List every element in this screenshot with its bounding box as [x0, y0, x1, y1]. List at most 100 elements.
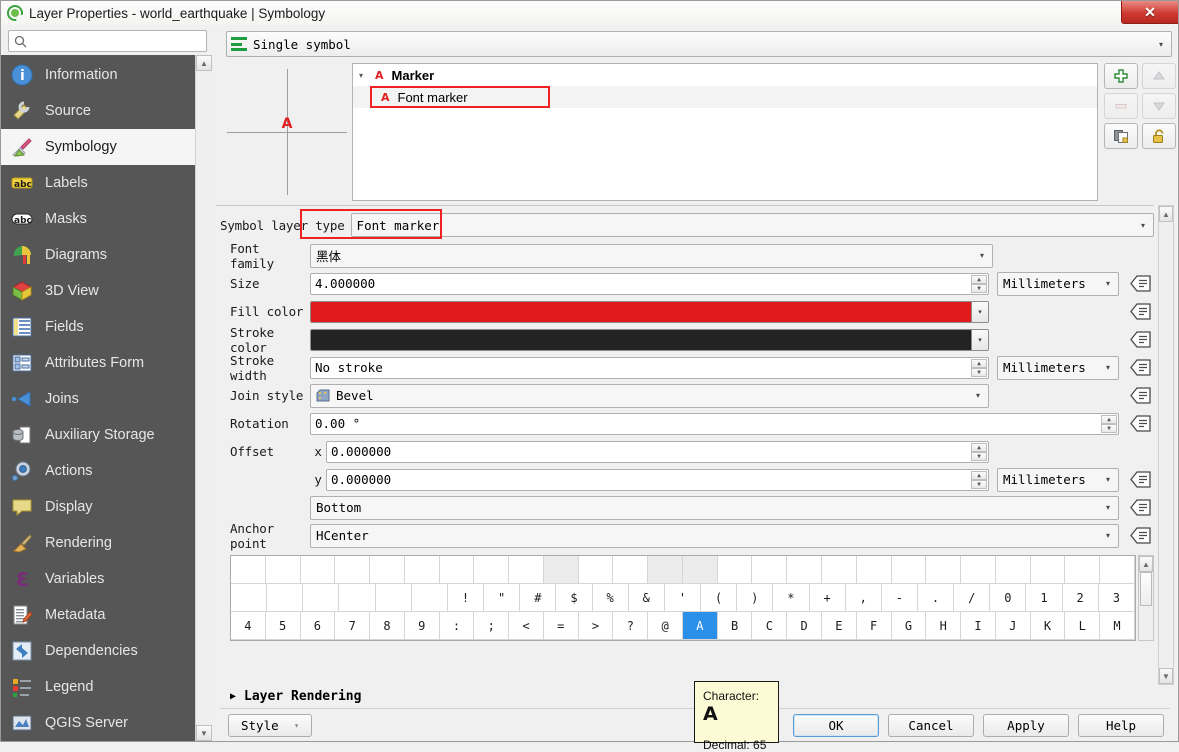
- chevron-down-icon[interactable]: ▾: [971, 329, 988, 350]
- sidebar-item-metadata[interactable]: Metadata: [1, 597, 195, 633]
- character-cell[interactable]: [717, 556, 753, 584]
- character-cell[interactable]: B: [717, 612, 753, 640]
- offset-x-stepper[interactable]: ▲ ▼: [971, 442, 987, 461]
- character-cell[interactable]: .: [917, 584, 955, 612]
- character-cell[interactable]: [231, 584, 268, 612]
- character-cell[interactable]: [404, 556, 440, 584]
- character-cell[interactable]: [335, 556, 371, 584]
- properties-scroll-up-icon[interactable]: ▲: [1159, 206, 1173, 222]
- offset-y-stepper[interactable]: ▲ ▼: [971, 470, 987, 489]
- character-cell[interactable]: &: [628, 584, 665, 612]
- character-cell[interactable]: (: [701, 584, 738, 612]
- remove-symbol-layer-button[interactable]: [1104, 93, 1138, 119]
- sidebar-item-attributes-form[interactable]: Attributes Form: [1, 345, 195, 381]
- stroke-width-stepper[interactable]: ▲ ▼: [971, 358, 987, 377]
- properties-scroll-down-icon[interactable]: ▼: [1159, 668, 1173, 684]
- character-cell[interactable]: [822, 556, 857, 584]
- sidebar-scroll-up-icon[interactable]: ▲: [196, 55, 212, 71]
- character-cell[interactable]: [1100, 556, 1135, 584]
- font-family-combo[interactable]: 黑体 ▾: [310, 243, 993, 268]
- character-cell[interactable]: >: [578, 612, 614, 640]
- character-cell[interactable]: D: [787, 612, 823, 640]
- anchor-point-vertical-combo[interactable]: Bottom ▾: [310, 495, 1119, 520]
- character-cell[interactable]: %: [592, 584, 629, 612]
- join-style-combo[interactable]: Bevel ▾: [310, 383, 989, 408]
- move-up-button[interactable]: [1142, 63, 1176, 89]
- character-cell[interactable]: J: [995, 612, 1031, 640]
- character-cell[interactable]: 4: [231, 612, 266, 640]
- lock-layer-button[interactable]: [1142, 123, 1176, 149]
- move-down-button[interactable]: [1142, 93, 1176, 119]
- offset-x-input[interactable]: 0.000000 ▲ ▼: [326, 440, 989, 463]
- character-cell[interactable]: [682, 556, 718, 584]
- character-cell[interactable]: [752, 556, 788, 584]
- sidebar-item-masks[interactable]: abc Masks: [1, 201, 195, 237]
- character-cell[interactable]: M: [1100, 612, 1135, 640]
- character-cell[interactable]: [439, 556, 475, 584]
- character-cell[interactable]: ;: [474, 612, 510, 640]
- fill-color-swatch[interactable]: [311, 301, 971, 322]
- character-cell[interactable]: [648, 556, 683, 584]
- stroke-color-data-defined-override-button[interactable]: [1128, 329, 1154, 351]
- character-cell[interactable]: 6: [300, 612, 336, 640]
- cancel-button[interactable]: Cancel: [888, 714, 974, 737]
- sidebar-item-symbology[interactable]: Symbology: [1, 129, 195, 165]
- size-stepper[interactable]: ▲ ▼: [971, 274, 987, 293]
- sidebar-item-auxiliary-storage[interactable]: Auxiliary Storage: [1, 417, 195, 453]
- character-cell[interactable]: G: [891, 612, 927, 640]
- character-cell[interactable]: [303, 584, 340, 612]
- add-symbol-layer-button[interactable]: [1104, 63, 1138, 89]
- character-cell[interactable]: E: [822, 612, 857, 640]
- character-cell[interactable]: @: [648, 612, 683, 640]
- character-cell[interactable]: !: [447, 584, 485, 612]
- search-input[interactable]: [31, 33, 201, 49]
- character-cell[interactable]: F: [856, 612, 892, 640]
- character-cell[interactable]: 2: [1062, 584, 1099, 612]
- character-cell[interactable]: 9: [404, 612, 440, 640]
- sidebar-item-3d-view[interactable]: 3D View: [1, 273, 195, 309]
- character-cell[interactable]: A: [682, 612, 718, 640]
- chevron-down-icon[interactable]: ▾: [971, 301, 988, 322]
- search-box[interactable]: [8, 30, 207, 52]
- sidebar-item-information[interactable]: i Information: [1, 57, 195, 93]
- character-cell[interactable]: /: [954, 584, 991, 612]
- character-cell[interactable]: 7: [335, 612, 371, 640]
- character-cell[interactable]: [1030, 556, 1066, 584]
- sidebar-item-joins[interactable]: Joins: [1, 381, 195, 417]
- character-cell[interactable]: [339, 584, 376, 612]
- character-cell[interactable]: [856, 556, 892, 584]
- character-cell[interactable]: [411, 584, 448, 612]
- size-unit-combo[interactable]: Millimeters ▾: [997, 271, 1119, 296]
- anchor-horizontal-data-defined-override-button[interactable]: [1128, 525, 1154, 547]
- character-cell[interactable]: 0: [990, 584, 1027, 612]
- character-cell[interactable]: ?: [613, 612, 649, 640]
- sidebar-scroll-down-icon[interactable]: ▼: [196, 725, 212, 741]
- char-scroll-up-icon[interactable]: ▲: [1139, 556, 1153, 572]
- symbol-layer-type-combo[interactable]: Font marker ▾: [350, 213, 1154, 237]
- character-cell[interactable]: [1065, 556, 1101, 584]
- character-cell[interactable]: [891, 556, 927, 584]
- character-grid[interactable]: ! " # $% & '() * +, -./0 1 2 3 4 5 6 7 8 9:; < = >? @ A B C D E F G H…: [230, 555, 1136, 641]
- character-cell[interactable]: K: [1030, 612, 1066, 640]
- sidebar-item-rendering[interactable]: Rendering: [1, 525, 195, 561]
- tree-row-font-marker[interactable]: A Font marker: [353, 86, 1097, 108]
- stroke-width-input[interactable]: No stroke ▲ ▼: [310, 356, 989, 379]
- character-cell[interactable]: [267, 584, 304, 612]
- character-cell[interactable]: ,: [845, 584, 882, 612]
- sidebar-item-labels[interactable]: abc Labels: [1, 165, 195, 201]
- sidebar-item-source[interactable]: Source: [1, 93, 195, 129]
- character-cell[interactable]: ": [484, 584, 521, 612]
- character-cell[interactable]: :: [439, 612, 475, 640]
- offset-unit-combo[interactable]: Millimeters ▾: [997, 467, 1119, 492]
- stroke-color-swatch[interactable]: [311, 329, 971, 350]
- character-cell[interactable]: C: [752, 612, 788, 640]
- character-cell[interactable]: +: [809, 584, 846, 612]
- close-icon[interactable]: ✕: [1121, 1, 1178, 24]
- stroke-width-data-defined-override-button[interactable]: [1128, 357, 1154, 379]
- character-cell[interactable]: =: [543, 612, 579, 640]
- stroke-width-unit-combo[interactable]: Millimeters ▾: [997, 355, 1119, 380]
- sidebar-item-diagrams[interactable]: Diagrams: [1, 237, 195, 273]
- character-cell[interactable]: -: [881, 584, 918, 612]
- sidebar-item-dependencies[interactable]: Dependencies: [1, 633, 195, 669]
- character-cell[interactable]: [265, 556, 301, 584]
